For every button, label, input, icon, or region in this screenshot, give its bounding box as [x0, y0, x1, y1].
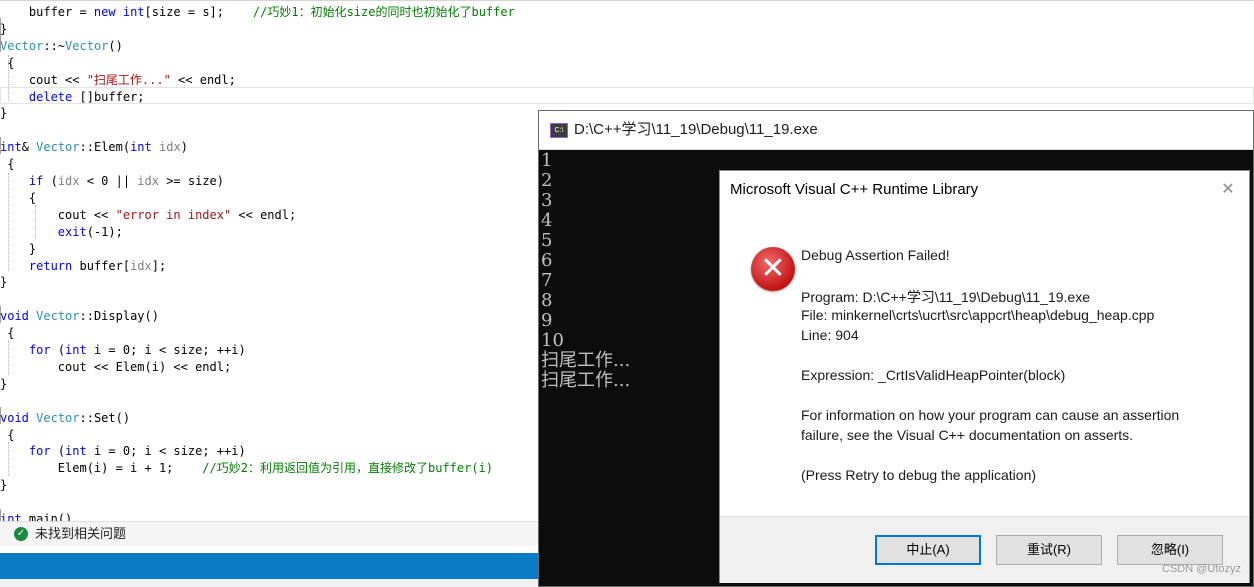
error-list-status: ✓ 未找到相关问题	[0, 521, 540, 546]
code-line: Vector::~Vector()	[0, 38, 123, 53]
console-output-line: 2	[541, 170, 553, 191]
console-output-line: 1	[541, 150, 553, 171]
console-output-line: 扫尾工作...	[541, 350, 631, 371]
code-line: exit(-1);	[57, 224, 123, 239]
ide-status-bar	[0, 553, 540, 579]
code-line: {	[0, 190, 37, 205]
code-line: buffer = new int[size = s]; //巧妙1：初始化siz…	[0, 5, 515, 19]
assertion-dialog[interactable]: Microsoft Visual C++ Runtime Library ✕ ✕…	[719, 170, 1250, 583]
assertion-headline: Debug Assertion Failed!	[801, 247, 950, 263]
code-line: {	[0, 157, 15, 172]
source-file: File: minkernel\crts\ucrt\src\appcrt\hea…	[801, 307, 1155, 323]
watermark: CSDN @Utozyz	[1162, 563, 1242, 575]
code-line: cout << "error in index" << endl;	[0, 207, 297, 222]
console-output-line: 4	[541, 210, 553, 231]
code-line: if (idx < 0 || idx >= size)	[28, 174, 225, 188]
retry-hint: (Press Retry to debug the application)	[801, 467, 1037, 483]
console-titlebar[interactable]: C:\ D:\C++学习\11_19\Debug\11_19.exe	[539, 111, 1253, 150]
console-app-icon: C:\	[550, 123, 568, 138]
code-line: Elem(i) = i + 1; //巧妙2：利用返回值为引用，直接修改了buf…	[0, 461, 493, 476]
code-line: }	[0, 478, 8, 493]
code-line: void Vector::Display()	[0, 309, 159, 324]
code-line: {	[0, 326, 15, 341]
console-output-line: 7	[541, 270, 553, 291]
retry-button[interactable]: 重试(R)	[996, 535, 1102, 565]
code-line: }	[0, 275, 8, 290]
code-line: void Vector::Set()	[0, 410, 131, 425]
code-line: }	[0, 21, 8, 36]
code-line: cout << Elem(i) << endl;	[0, 359, 232, 374]
code-line: for (int i = 0; i < size; ++i)	[28, 444, 246, 459]
console-output-line: 9	[541, 310, 553, 331]
console-output-line: 10	[541, 330, 564, 351]
code-line: int& Vector::Elem(int idx)	[0, 140, 188, 155]
error-icon: ✕	[751, 247, 795, 291]
console-output-line: 扫尾工作...	[541, 370, 631, 391]
info-text-1: For information on how your program can …	[801, 407, 1180, 423]
program-path: Program: D:\C++学习\11_19\Debug\11_19.exe	[801, 289, 1090, 305]
check-circle-icon: ✓	[14, 527, 28, 541]
code-line: }	[0, 106, 8, 121]
console-output: 1 2 3 4 5 6 7 8 9 10 扫尾工作... 扫尾工作...	[541, 151, 630, 391]
close-icon[interactable]: ✕	[1217, 179, 1239, 201]
console-output-line: 5	[541, 230, 553, 251]
code-line: for (int i = 0; i < size; ++i)	[28, 343, 246, 357]
expression: Expression: _CrtIsValidHeapPointer(block…	[801, 367, 1066, 383]
code-line: }	[0, 241, 37, 256]
code-line: {	[0, 55, 15, 70]
dialog-title: Microsoft Visual C++ Runtime Library	[730, 181, 979, 198]
console-output-line: 6	[541, 250, 553, 271]
code-line: cout << "扫尾工作..." << endl;	[0, 72, 236, 87]
console-output-line: 3	[541, 190, 553, 211]
status-text: 未找到相关问题	[35, 526, 127, 541]
console-title: D:\C++学习\11_19\Debug\11_19.exe	[574, 121, 818, 138]
bottom-strip	[0, 579, 540, 587]
code-line: }	[0, 376, 8, 391]
abort-button[interactable]: 中止(A)	[875, 535, 981, 565]
current-line-highlight	[0, 87, 1254, 104]
ignore-button[interactable]: 忽略(I)	[1117, 535, 1223, 565]
code-line: {	[0, 427, 15, 442]
line-number: Line: 904	[801, 327, 859, 343]
code-line: return buffer[idx];	[28, 258, 167, 273]
code-line: delete []buffer;	[28, 89, 145, 104]
console-output-line: 8	[541, 290, 553, 311]
info-text-2: failure, see the Visual C++ documentatio…	[801, 427, 1134, 443]
